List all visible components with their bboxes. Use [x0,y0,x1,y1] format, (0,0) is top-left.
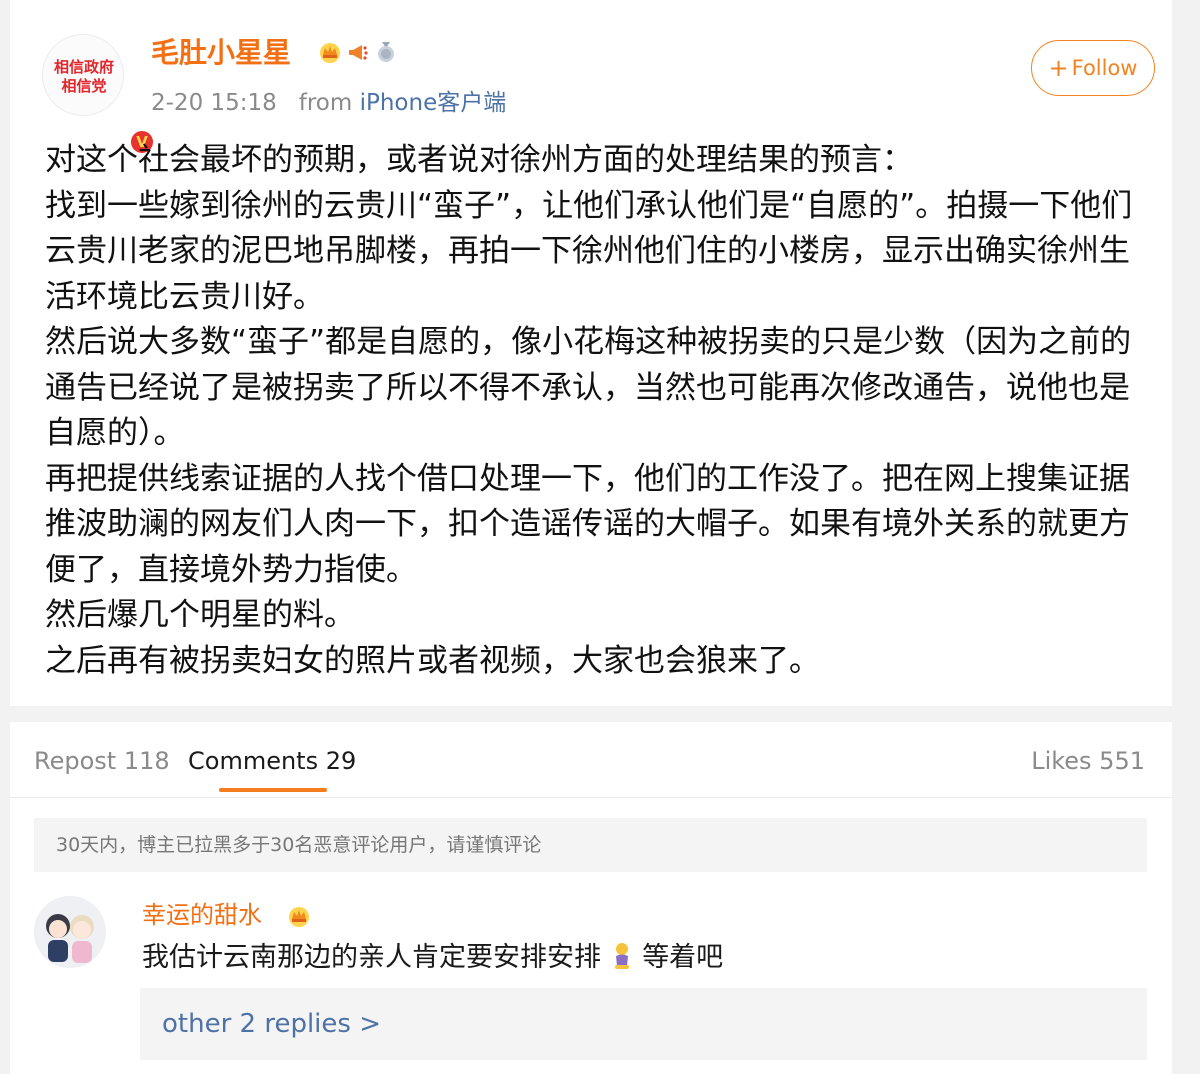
post-paragraph: 对这个社会最坏的预期，或者说对徐州方面的处理结果的预言： [45,142,913,178]
tab-likes[interactable]: Likes 551 [1031,744,1145,778]
post-card: 相信政府 相信党 V 毛肚小星星 2-20 15:18 from iPhone客… [10,0,1172,706]
follow-label: Follow [1071,56,1138,80]
post-paragraph: 之后再有被拐卖妇女的照片或者视频，大家也会狼来了。 [45,642,820,679]
post-paragraph: 找到一些嫁到徐州的云贵川“蛮子”，让他们承认他们是“自愿的”。拍摄一下他们云贵川… [45,187,1133,315]
avatar-text-line-1: 相信政府 [53,58,114,76]
post-from-label: from [298,90,353,116]
post-timestamp: 2-20 15:18 [151,90,277,116]
comment-text-main: 我估计云南那边的亲人肯定要安排安排 [142,942,601,973]
comment-notice: 30天内，博主已拉黑多于30名恶意评论用户，请谨慎评论 [34,818,1147,872]
post-paragraph: 然后说大多数“蛮子”都是自愿的，像小花梅这种被拐卖的只是少数（因为之前的通告已经… [45,324,1132,451]
avatar-text-line-2: 相信党 [61,77,107,95]
replies-box: other 2 replies > [140,988,1147,1060]
crown-badge-icon [287,904,311,932]
medal-badge-icon [374,40,398,64]
tab-comments[interactable]: Comments 29 [188,744,356,778]
plus-icon: + [1048,54,1069,82]
commenter-username[interactable]: 幸运的甜水 [142,898,262,932]
comment-text: 我估计云南那边的亲人肯定要安排安排 等着吧 [142,938,723,982]
comments-section: Repost 118 Comments 29 Likes 551 30天内，博主… [10,722,1172,1074]
comment-text-end: 等着吧 [642,942,724,973]
commenter-avatar[interactable] [34,896,106,968]
view-replies-link[interactable]: other 2 replies > [162,1005,381,1043]
author-username[interactable]: 毛肚小星星 [151,34,291,72]
post-body: 对这个社会最坏的预期，或者说对徐州方面的处理结果的预言： 找到一些嫁到徐州的云贵… [45,138,1155,684]
post-source[interactable]: iPhone客户端 [360,90,507,116]
post-meta: 2-20 15:18 from iPhone客户端 [151,86,506,120]
crown-badge-icon [318,40,342,64]
user-badges [318,40,398,64]
megaphone-badge-icon [346,40,370,64]
post-paragraph: 然后爆几个明星的料。 [45,597,355,633]
post-paragraph: 再把提供线索证据的人找个借口处理一下，他们的工作没了。把在网上搜集证据推波助澜的… [45,460,1130,588]
tab-divider [10,797,1172,798]
tab-repost[interactable]: Repost 118 [34,744,170,778]
active-tab-indicator [219,788,327,792]
follow-button[interactable]: + Follow [1031,40,1155,96]
kneeling-person-emoji-icon [610,942,634,982]
author-avatar[interactable]: 相信政府 相信党 V [42,34,155,155]
